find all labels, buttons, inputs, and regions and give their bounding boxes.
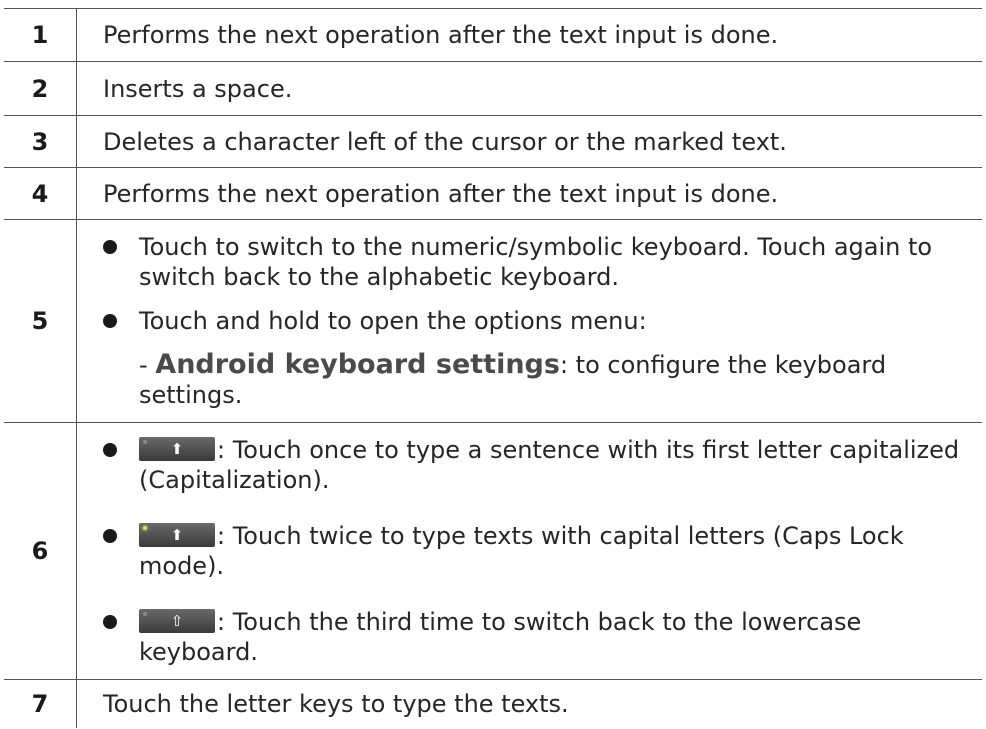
list-item: Touch to switch to the numeric/symbolic … bbox=[103, 232, 970, 292]
row-number: 1 bbox=[4, 8, 77, 62]
bullet-icon bbox=[103, 240, 117, 254]
row-description: Touch to switch to the numeric/symbolic … bbox=[76, 219, 982, 423]
table-row: 3 Deletes a character left of the cursor… bbox=[4, 115, 982, 168]
table-row: 4 Performs the next operation after the … bbox=[4, 167, 982, 220]
bullet-text: Touch to switch to the numeric/symbolic … bbox=[139, 233, 933, 291]
table-row: 2 Inserts a space. bbox=[4, 61, 982, 116]
bullet-text: : Touch once to type a sentence with its… bbox=[139, 436, 960, 494]
list-item: ⬆: Touch once to type a sentence with it… bbox=[103, 435, 970, 495]
bullet-text: : Touch twice to type texts with capital… bbox=[139, 522, 904, 580]
list-item: ⬆: Touch twice to type texts with capita… bbox=[103, 521, 970, 581]
table-row: 1 Performs the next operation after the … bbox=[4, 8, 982, 62]
table-row: 7 Touch the letter keys to type the text… bbox=[4, 679, 982, 728]
key-function-table: 1 Performs the next operation after the … bbox=[4, 8, 982, 728]
bullet-list: ⬆: Touch once to type a sentence with it… bbox=[103, 435, 970, 667]
shift-locked-icon: ⬆ bbox=[139, 523, 215, 547]
table-row: 5 Touch to switch to the numeric/symboli… bbox=[4, 219, 982, 423]
up-arrow-icon: ⬆ bbox=[170, 440, 184, 458]
sub-option-prefix: - bbox=[139, 351, 156, 379]
bullet-text: : Touch the third time to switch back to… bbox=[139, 608, 862, 666]
bullet-icon bbox=[103, 314, 117, 328]
up-arrow-outline-icon: ⇧ bbox=[170, 612, 184, 630]
shift-filled-icon: ⬆ bbox=[139, 437, 215, 461]
sub-option-line: - Android keyboard settings: to configur… bbox=[139, 350, 970, 410]
row-number: 7 bbox=[4, 679, 77, 728]
row-description: Inserts a space. bbox=[76, 61, 982, 116]
row-description: Performs the next operation after the te… bbox=[76, 167, 982, 220]
row-description: ⬆: Touch once to type a sentence with it… bbox=[76, 422, 982, 680]
row-number: 4 bbox=[4, 167, 77, 220]
row-description: Deletes a character left of the cursor o… bbox=[76, 115, 982, 168]
row-number: 6 bbox=[4, 422, 77, 680]
list-item: ⇧: Touch the third time to switch back t… bbox=[103, 607, 970, 667]
sub-option-title: Android keyboard settings bbox=[155, 349, 560, 380]
row-number: 5 bbox=[4, 219, 77, 423]
bullet-icon bbox=[103, 615, 117, 629]
shift-outline-icon: ⇧ bbox=[139, 609, 215, 633]
row-number: 2 bbox=[4, 61, 77, 116]
bullet-text: Touch and hold to open the options menu: bbox=[139, 307, 647, 335]
bullet-icon bbox=[103, 443, 117, 457]
row-description: Performs the next operation after the te… bbox=[76, 8, 982, 62]
bullet-icon bbox=[103, 529, 117, 543]
bullet-list: Touch to switch to the numeric/symbolic … bbox=[103, 232, 970, 410]
table-row: 6 ⬆: Touch once to type a sentence with … bbox=[4, 422, 982, 680]
row-description: Touch the letter keys to type the texts. bbox=[76, 679, 982, 728]
list-item: Touch and hold to open the options menu:… bbox=[103, 306, 970, 410]
row-number: 3 bbox=[4, 115, 77, 168]
up-arrow-icon: ⬆ bbox=[170, 526, 184, 544]
